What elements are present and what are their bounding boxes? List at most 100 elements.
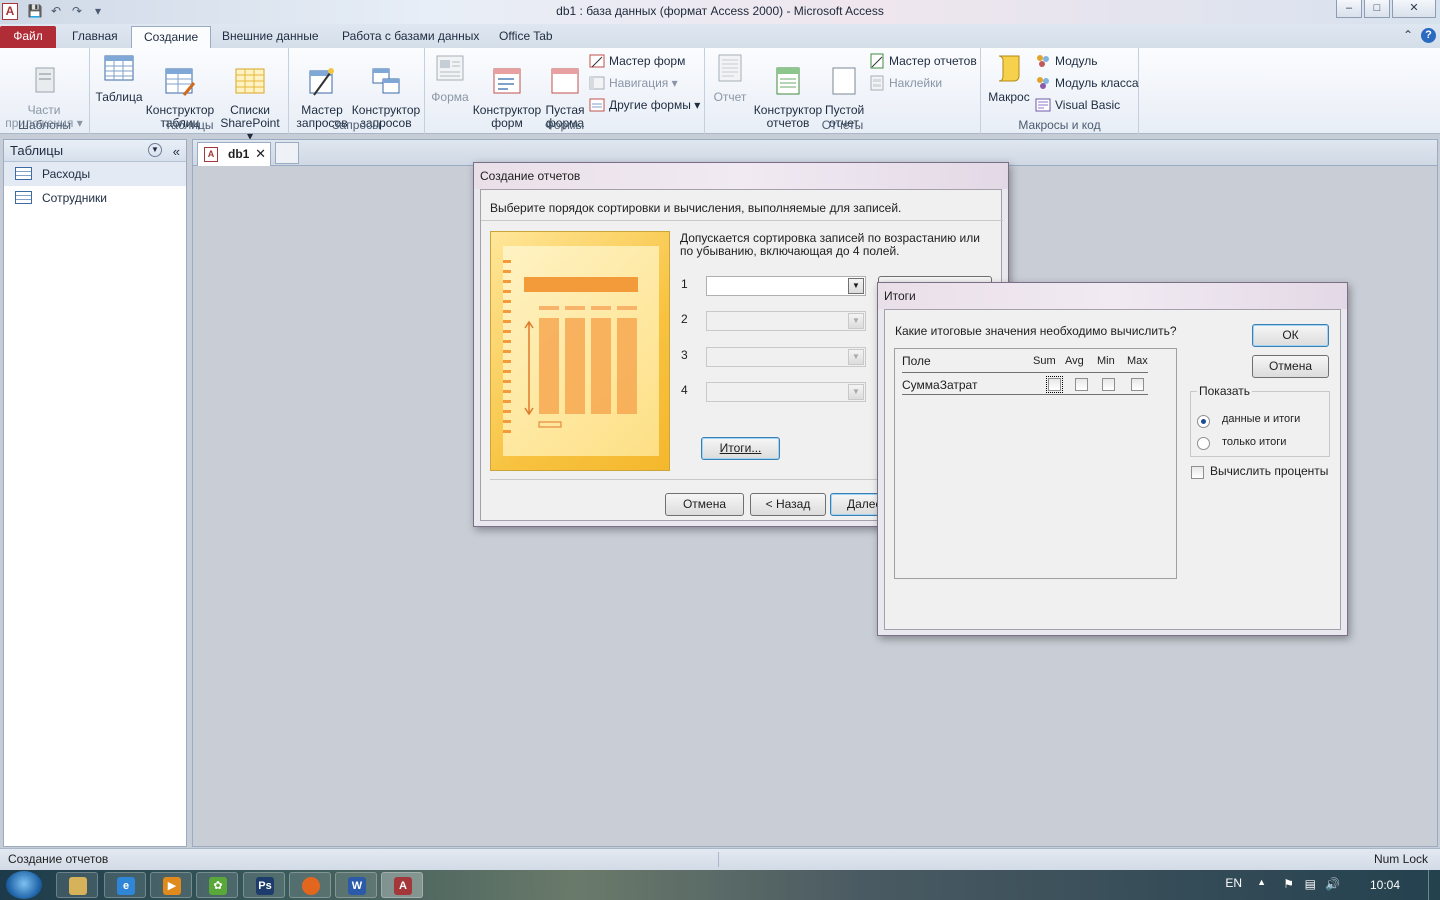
class-module-button[interactable]: Модуль класса xyxy=(1035,74,1139,92)
show-group-label: Показать xyxy=(1197,384,1253,398)
maximize-button[interactable]: □ xyxy=(1364,0,1390,18)
module-button[interactable]: Модуль xyxy=(1035,52,1098,70)
language-indicator[interactable]: EN xyxy=(1225,876,1242,890)
wizard-back-button[interactable]: < Назад xyxy=(750,493,826,516)
totals-only-radio[interactable] xyxy=(1197,437,1210,450)
summary-options-button[interactable]: Итоги... xyxy=(701,437,780,460)
form-button[interactable]: Форма xyxy=(429,52,471,104)
network-icon[interactable]: ▤ xyxy=(1305,877,1316,891)
taskbar-photoshop[interactable]: Ps xyxy=(243,872,285,898)
collapse-pane-icon[interactable]: « xyxy=(173,141,180,162)
table-designer-icon xyxy=(165,68,196,96)
taskbar-media-player[interactable]: ▶ xyxy=(150,872,192,898)
min-checkbox[interactable] xyxy=(1102,378,1115,391)
ribbon-tabs: Файл Главная Создание Внешние данные Раб… xyxy=(0,24,1440,48)
taskbar-word[interactable]: W xyxy=(335,872,377,898)
ie-icon: e xyxy=(117,877,135,895)
table-button[interactable]: Таблица xyxy=(94,52,144,104)
nav-item-sotrudniki[interactable]: Сотрудники xyxy=(4,186,186,210)
taskbar-firefox[interactable] xyxy=(289,872,331,898)
wizard-cancel-button[interactable]: Отмена xyxy=(665,493,744,516)
help-icon[interactable]: ? xyxy=(1421,28,1436,43)
macro-button[interactable]: Макрос xyxy=(985,52,1033,104)
sort-field-combo-3[interactable]: ▼ xyxy=(706,347,866,367)
cancel-button[interactable]: Отмена xyxy=(1252,355,1329,378)
navigation-button[interactable]: Навигация ▾ xyxy=(589,74,678,92)
sort-field-combo-2[interactable]: ▼ xyxy=(706,311,866,331)
labels-icon xyxy=(870,75,884,91)
group-forms: Форма Конструктор форм Пустая форма Маст… xyxy=(425,48,705,134)
summary-fields-panel: Поле Sum Avg Min Max СуммаЗатрат xyxy=(894,348,1177,579)
new-tab-button[interactable] xyxy=(275,142,299,164)
module-icon xyxy=(1037,55,1049,67)
tab-file[interactable]: Файл xyxy=(0,26,56,48)
sort-hint: Допускается сортировка записей по возрас… xyxy=(680,231,980,258)
navigation-icon xyxy=(589,76,605,90)
ribbon-right-controls: ⌃ ? xyxy=(1403,28,1436,43)
chevron-down-icon: ▼ xyxy=(848,313,864,329)
labels-button[interactable]: Наклейки xyxy=(869,74,942,92)
data-and-totals-radio[interactable] xyxy=(1197,415,1210,428)
clock[interactable]: 10:04 xyxy=(1370,878,1400,892)
window-controls: – □ ✕ xyxy=(1334,0,1436,18)
volume-icon[interactable]: 🔊 xyxy=(1325,877,1340,891)
col-field-header: Поле xyxy=(902,354,931,368)
max-checkbox[interactable] xyxy=(1131,378,1144,391)
taskbar-explorer[interactable] xyxy=(56,872,98,898)
start-button[interactable] xyxy=(6,871,42,899)
taskbar-icq[interactable]: ✿ xyxy=(196,872,238,898)
col-min-header: Min xyxy=(1097,355,1115,367)
tab-create[interactable]: Создание xyxy=(131,26,212,48)
preview-graphic xyxy=(503,260,638,433)
sort-field-combo-1[interactable]: ▼ xyxy=(706,276,866,296)
header-divider xyxy=(902,372,1148,373)
table-icon xyxy=(15,167,32,180)
action-center-icon[interactable]: ⚑ xyxy=(1283,877,1294,891)
tab-database-tools[interactable]: Работа с базами данных xyxy=(330,26,491,48)
report-wizard-button[interactable]: Мастер отчетов xyxy=(869,52,977,70)
query-wizard-icon xyxy=(309,68,334,96)
folder-icon xyxy=(69,877,87,895)
calc-percent-label: Вычислить проценты xyxy=(1210,464,1329,478)
report-button[interactable]: Отчет xyxy=(709,52,751,104)
field-name-summa-zatrat: СуммаЗатрат xyxy=(902,378,978,392)
close-icon[interactable]: ✕ xyxy=(255,143,266,165)
group-templates: Части приложения ▾ Шаблоны xyxy=(0,48,90,134)
calc-percent-checkbox[interactable] xyxy=(1191,466,1204,479)
ok-button[interactable]: ОК xyxy=(1252,324,1329,347)
num-lock-indicator: Num Lock xyxy=(1373,852,1428,866)
show-hidden-icons[interactable]: ▲ xyxy=(1257,877,1266,887)
report-wizard-icon xyxy=(870,53,884,69)
group-queries: Мастер запросов Конструктор запросов Зап… xyxy=(289,48,425,134)
taskbar-access[interactable]: A xyxy=(381,872,423,898)
chevron-down-icon[interactable]: ▼ xyxy=(848,278,864,294)
taskbar-ie[interactable]: e xyxy=(104,872,146,898)
chevron-down-icon[interactable]: ▼ xyxy=(148,143,162,157)
summary-dialog-body: Какие итоговые значения необходимо вычис… xyxy=(884,309,1341,630)
row-divider xyxy=(902,394,1148,395)
tab-office-tab[interactable]: Office Tab xyxy=(487,26,565,48)
show-desktop-button[interactable] xyxy=(1428,870,1440,900)
group-forms-label: Формы xyxy=(544,118,585,132)
summary-button-label: Итоги... xyxy=(719,441,762,455)
taskbar: e ▶ ✿ Ps W A EN ▲ ⚑ ▤ 🔊 10:04 xyxy=(0,870,1440,900)
access-icon: A xyxy=(394,877,412,895)
avg-checkbox[interactable] xyxy=(1075,378,1088,391)
tab-external-data[interactable]: Внешние данные xyxy=(210,26,331,48)
doc-tab-db1[interactable]: A db1 ✕ xyxy=(197,142,271,166)
group-macros: Макрос Модуль Модуль класса Visual Basic… xyxy=(981,48,1139,134)
other-forms-button[interactable]: Другие формы ▾ xyxy=(589,96,700,114)
navigation-pane-header[interactable]: Таблицы ▼ « xyxy=(4,140,186,162)
form-wizard-button[interactable]: Мастер форм xyxy=(589,52,685,70)
tab-home[interactable]: Главная xyxy=(60,26,130,48)
visual-basic-button[interactable]: Visual Basic xyxy=(1035,96,1120,114)
sort-field-combo-4[interactable]: ▼ xyxy=(706,382,866,402)
doc-tab-label: db1 xyxy=(228,147,250,161)
sort-row-label: 1 xyxy=(681,277,688,291)
sum-checkbox[interactable] xyxy=(1046,376,1063,393)
query-designer-icon xyxy=(372,68,400,94)
minimize-button[interactable]: – xyxy=(1336,0,1362,18)
nav-item-rashody[interactable]: Расходы xyxy=(4,162,186,186)
close-button[interactable]: ✕ xyxy=(1392,0,1436,18)
minimize-ribbon-icon[interactable]: ⌃ xyxy=(1403,28,1413,43)
